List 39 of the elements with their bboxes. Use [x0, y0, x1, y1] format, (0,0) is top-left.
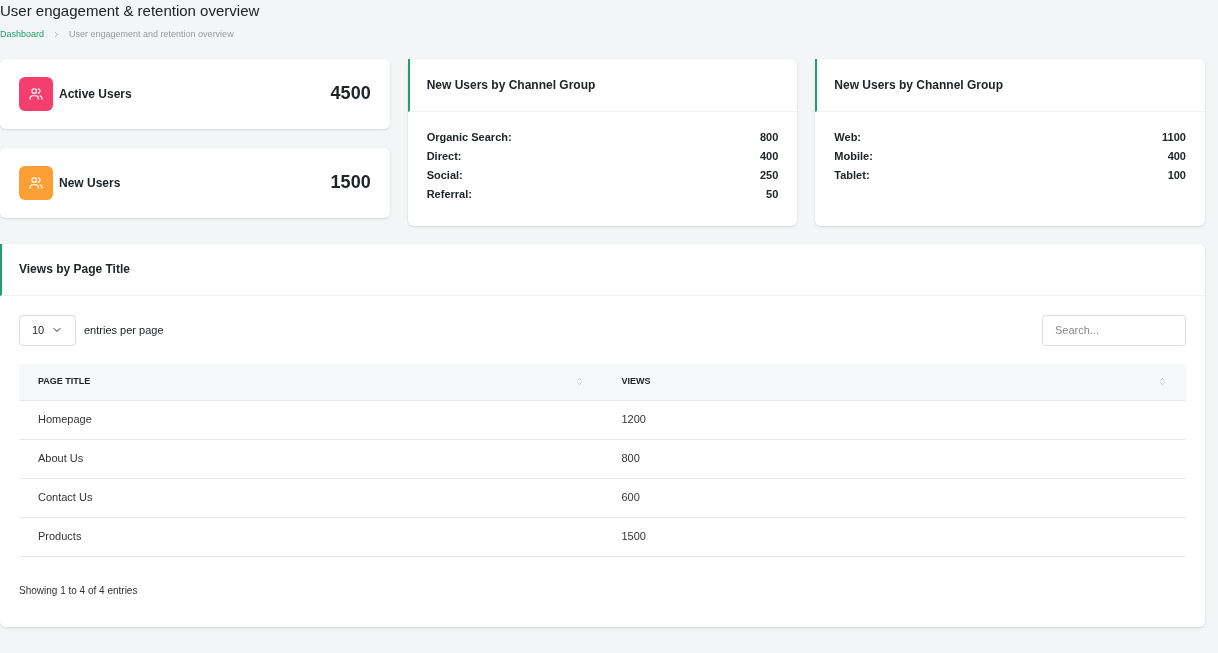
- table-footer: Showing 1 to 4 of 4 entries: [19, 582, 138, 598]
- table-cell: About Us: [38, 452, 84, 465]
- channel-label: Organic Search:: [426, 129, 512, 144]
- channel-label: Tablet:: [834, 167, 870, 182]
- channel-value: 1100: [1162, 129, 1186, 144]
- channel-label: Web:: [834, 129, 861, 144]
- table-cell: 1200: [621, 413, 646, 426]
- search-field[interactable]: Search...: [1042, 314, 1186, 346]
- column-header[interactable]: PAGE TITLE: [19, 374, 603, 389]
- stat-value: 4500: [330, 82, 371, 105]
- table-cell: Contact Us: [38, 491, 93, 504]
- card-title: Views by Page Title: [19, 261, 130, 278]
- entries-label: entries per page: [84, 322, 164, 338]
- table-cell: 1500: [621, 530, 646, 543]
- channel-label: Mobile:: [834, 148, 873, 163]
- card-title: New Users by Channel Group: [426, 76, 596, 94]
- table-cell: 800: [621, 452, 640, 465]
- channel-label: Direct:: [426, 148, 462, 163]
- channel-value: 400: [759, 148, 779, 163]
- table-cell: 600: [621, 491, 640, 504]
- channel-value: 800: [759, 129, 779, 144]
- column-header[interactable]: VIEWS: [602, 374, 1186, 389]
- table-cell: Homepage: [38, 413, 92, 426]
- breadcrumb-current: User engagement and retention overview: [69, 28, 234, 41]
- channel-value: 250: [759, 167, 779, 182]
- stat-label: New Users: [59, 174, 121, 192]
- channel-value: 50: [766, 186, 779, 201]
- sort-icon: [574, 377, 584, 386]
- page-title: User engagement & retention overview: [0, 2, 260, 20]
- table-cell: Products: [38, 530, 82, 543]
- card-title: New Users by Channel Group: [834, 76, 1004, 94]
- channel-value: 100: [1167, 167, 1186, 182]
- stat-value: 1500: [330, 171, 371, 194]
- sort-icon: [1158, 377, 1167, 386]
- page-size-select[interactable]: 10: [19, 314, 76, 346]
- channel-label: Referral:: [426, 186, 472, 201]
- stat-label: Active Users: [59, 85, 132, 103]
- channel-label: Social:: [426, 167, 463, 182]
- channel-value: 400: [1167, 148, 1186, 163]
